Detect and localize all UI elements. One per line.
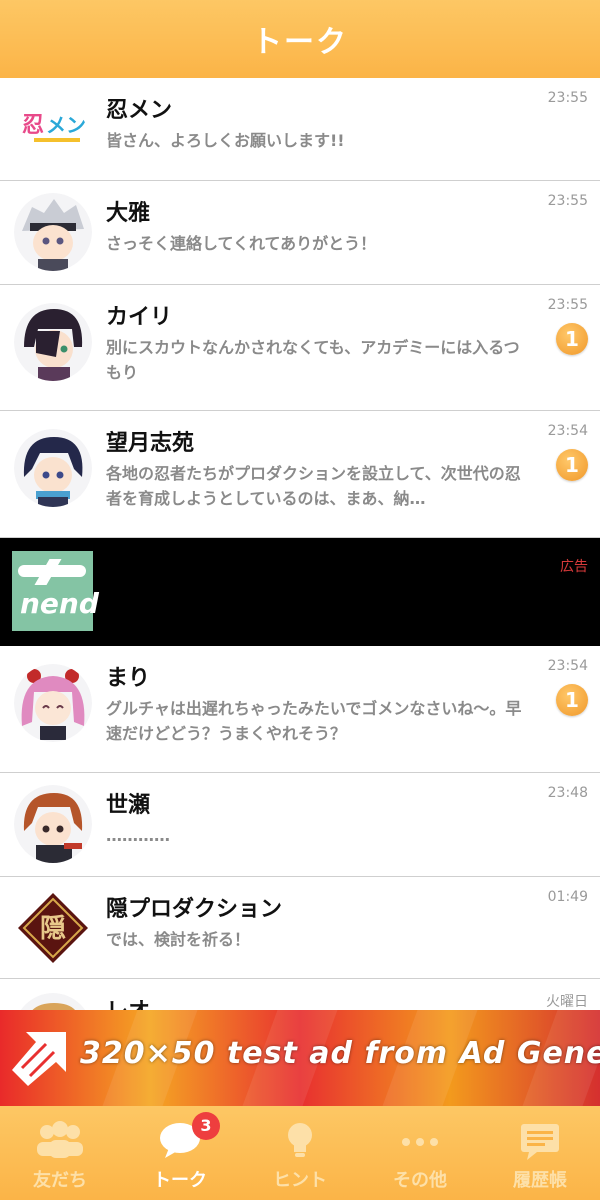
tab-label: その他	[393, 1170, 447, 1191]
svg-text:隠: 隠	[40, 914, 66, 944]
tab-talk[interactable]: 3 トーク	[120, 1106, 240, 1200]
talk-name: 隠プロダクション	[106, 897, 283, 922]
avatar-seze	[14, 785, 92, 863]
talk-name: 望月志苑	[106, 431, 195, 456]
talk-time: 23:54	[547, 658, 588, 674]
tab-label: 友だち	[33, 1170, 87, 1191]
banner-ad[interactable]: 320×50 test ad from Ad Generation	[0, 1010, 600, 1106]
page-title: トーク	[252, 25, 348, 60]
talk-time: 23:55	[547, 193, 588, 209]
tab-history[interactable]: 履歴帳	[480, 1106, 600, 1200]
ad-logo-text: nend	[20, 587, 99, 620]
talk-name: カイリ	[106, 305, 173, 330]
history-icon	[521, 1124, 559, 1160]
talk-row-mochizuki[interactable]: 望月志苑 各地の忍者たちがプロダクションを設立して、次世代の忍者を育成しようとし…	[0, 411, 600, 538]
nend-logo: nend	[12, 551, 99, 631]
native-ad-row[interactable]: nend 広告	[0, 538, 600, 646]
hint-icon	[288, 1123, 312, 1157]
talk-message: では、検討を祈る！	[106, 930, 251, 949]
tab-hint[interactable]: ヒント	[240, 1106, 360, 1200]
talk-row-shinomen[interactable]: 忍 メン 忍メン 皆さん、よろしくお願いします!! 23:55	[0, 78, 600, 181]
avatar-on-production: 隠	[14, 889, 92, 967]
svg-text:メン: メン	[46, 113, 86, 137]
talk-time: 23:54	[547, 423, 588, 439]
talk-time: 火曜日	[546, 994, 588, 1010]
avatar-taiga	[14, 193, 92, 271]
avatar-shinomen-logo: 忍 メン	[14, 90, 92, 168]
talk-row-kairi[interactable]: カイリ 別にスカウトなんかされなくても、アカデミーには入るつもり 23:55 1	[0, 285, 600, 411]
talk-row-on-production[interactable]: 隠 隠プロダクション では、検討を祈る！ 01:49	[0, 877, 600, 979]
talk-message: …………	[106, 826, 170, 845]
talk-row-leo[interactable]: レオ 火曜日	[0, 979, 600, 1010]
unread-badge: 1	[556, 684, 588, 716]
header-bar: トーク	[0, 0, 600, 78]
talk-name: 大雅	[106, 201, 151, 226]
talk-name: 忍メン	[106, 98, 173, 123]
talk-time: 23:55	[547, 90, 588, 106]
talk-message: さっそく連絡してくれてありがとう！	[106, 234, 377, 253]
banner-ad-text: 320×50 test ad from Ad Generation	[80, 1036, 600, 1071]
talk-message: 各地の忍者たちがプロダクションを設立して、次世代の忍者を育成しようとしているのは…	[106, 464, 521, 508]
tab-label: 履歴帳	[513, 1170, 567, 1191]
talk-row-seze[interactable]: 世瀬 ………… 23:48	[0, 773, 600, 877]
ad-label: 広告	[560, 559, 588, 575]
avatar-leo	[14, 993, 92, 1010]
talk-row-mari[interactable]: まり グルチャは出遅れちゃったみたいでゴメンなさいね〜。早速だけどどう？うまくや…	[0, 646, 600, 773]
talk-message: 皆さん、よろしくお願いします!!	[106, 131, 345, 150]
talk-name: レオ	[106, 993, 150, 1010]
bottom-tab-bar: 友だち 3 トーク ヒント その他 履歴帳	[0, 1106, 600, 1200]
talk-row-taiga[interactable]: 大雅 さっそく連絡してくれてありがとう！ 23:55	[0, 181, 600, 285]
tab-label: トーク	[153, 1170, 207, 1191]
talk-list[interactable]: 忍 メン 忍メン 皆さん、よろしくお願いします!! 23:55 大雅 さっそく連…	[0, 78, 600, 1010]
talk-name: 世瀬	[106, 793, 151, 818]
talk-name: まり	[106, 666, 151, 691]
talk-time: 23:48	[547, 785, 588, 801]
svg-text:忍: 忍	[22, 113, 44, 138]
unread-badge: 1	[556, 323, 588, 355]
talk-tab-badge: 3	[192, 1112, 220, 1140]
tab-more[interactable]: その他	[360, 1106, 480, 1200]
talk-message: グルチャは出遅れちゃったみたいでゴメンなさいね〜。早速だけどどう？うまくやれそう…	[106, 699, 522, 743]
avatar-kairi	[14, 303, 92, 381]
more-icon	[402, 1138, 438, 1146]
avatar-mochizuki	[14, 429, 92, 507]
tab-friends[interactable]: 友だち	[0, 1106, 120, 1200]
adgeneration-arrow-icon	[12, 1032, 66, 1086]
friends-icon	[37, 1121, 83, 1158]
talk-time: 23:55	[547, 297, 588, 313]
avatar-mari	[14, 664, 92, 742]
talk-time: 01:49	[547, 889, 588, 905]
unread-badge: 1	[556, 449, 588, 481]
talk-message: 別にスカウトなんかされなくても、アカデミーには入るつもり	[106, 338, 520, 382]
tab-label: ヒント	[273, 1170, 327, 1191]
